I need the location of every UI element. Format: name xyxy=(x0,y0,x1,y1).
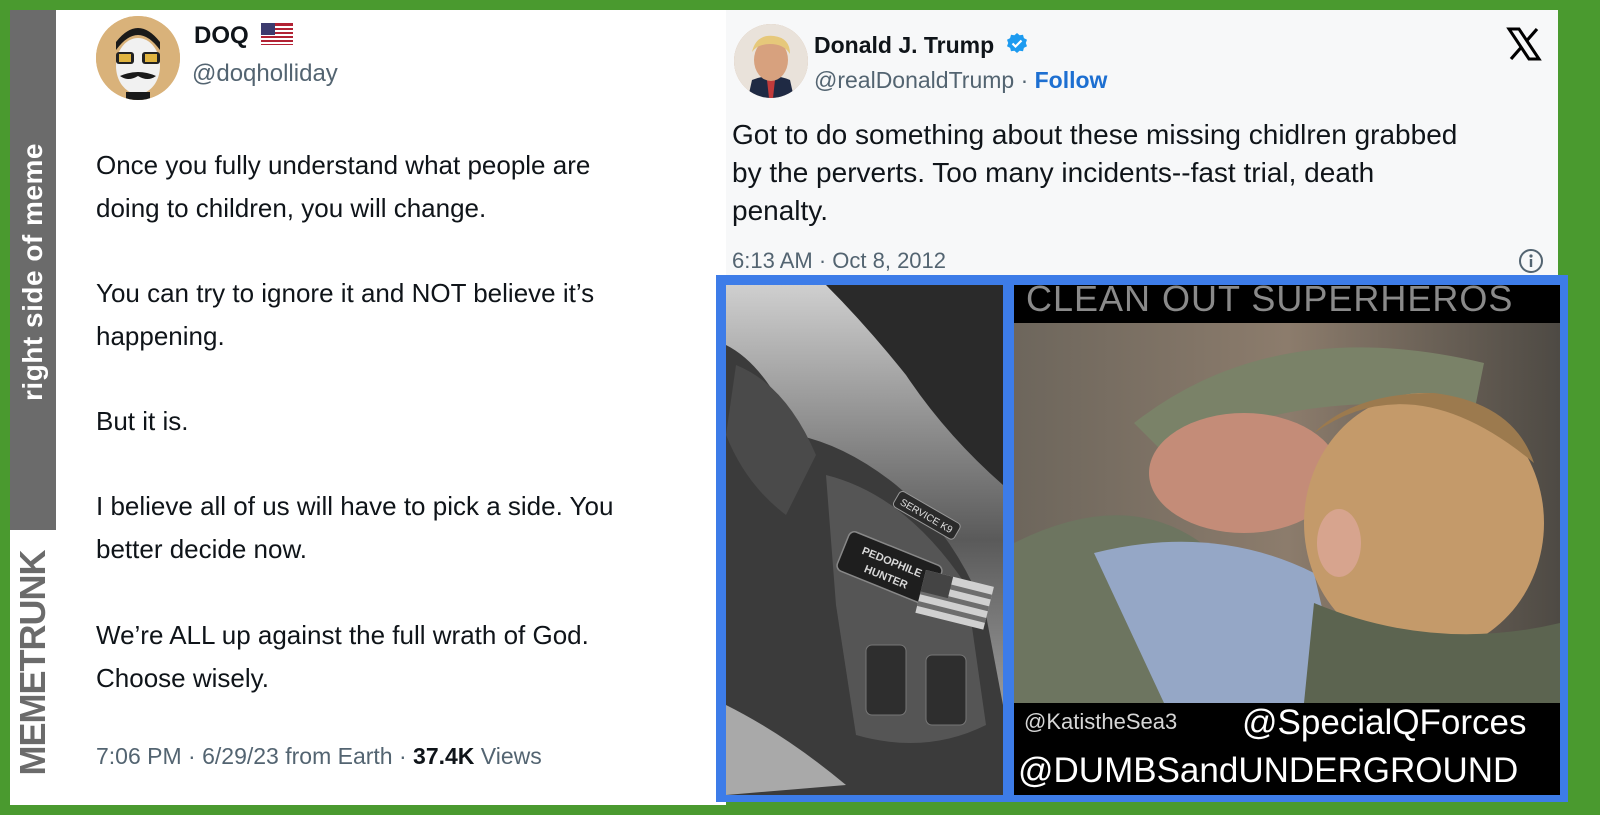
credit-dumbsandunderground: @DUMBSandUNDERGROUND xyxy=(1018,751,1519,790)
tweet-line: I believe all of us will have to pick a … xyxy=(96,491,614,521)
credit-katisthesea3: @KatistheSea3 xyxy=(1024,709,1178,734)
brand-block: MEMETRUNK xyxy=(10,530,56,805)
tweet-paragraph-1: Once you fully understand what people ar… xyxy=(96,144,590,230)
doq-avatar[interactable] xyxy=(96,16,180,100)
tweet-line: Once you fully understand what people ar… xyxy=(96,150,591,180)
tweet-line: Got to do something about these missing … xyxy=(732,119,1458,150)
views-label: Views xyxy=(474,743,542,769)
tweet-line: doing to children, you will change. xyxy=(96,193,487,223)
tweet-line: You can try to ignore it and NOT believe… xyxy=(96,278,595,308)
trump-handle-row: @realDonaldTrump · Follow xyxy=(814,67,1107,94)
verified-badge-icon xyxy=(1005,32,1029,62)
trump-handle[interactable]: @realDonaldTrump · xyxy=(814,67,1035,93)
credit-specialqforces: @SpecialQForces xyxy=(1242,703,1527,742)
hug-photo-image xyxy=(1014,323,1560,703)
tweet-line: by the perverts. Too many incidents--fas… xyxy=(732,157,1375,188)
doq-name-text: DOQ xyxy=(194,22,249,49)
service-dog-photo: PEDOPHILE HUNTER SERVICE K9 xyxy=(726,285,1003,795)
meme-title: CLEAN OUT SUPERHEROS xyxy=(1026,285,1514,319)
tweet-paragraph-4: I believe all of us will have to pick a … xyxy=(96,485,613,571)
trump-display-name[interactable]: Donald J. Trump xyxy=(814,32,1029,62)
doq-avatar-image xyxy=(96,16,180,100)
trump-avatar[interactable] xyxy=(734,24,808,98)
soldier-hug-photo: CLEAN OUT SUPERHEROS @KatistheSea3 @Spec… xyxy=(1014,285,1560,795)
tweet-paragraph-2: You can try to ignore it and NOT believe… xyxy=(96,272,594,358)
brand-watermark: MEMETRUNK xyxy=(12,550,53,776)
trump-name-text: Donald J. Trump xyxy=(814,32,995,58)
doq-handle[interactable]: @doqholliday xyxy=(192,60,338,88)
trump-avatar-image xyxy=(734,24,808,98)
doq-tweet-footer: 7:06 PM · 6/29/23 from Earth · 37.4K Vie… xyxy=(96,743,542,770)
info-icon[interactable] xyxy=(1518,248,1544,274)
tweet-line: penalty. xyxy=(732,195,828,226)
trump-tweet-text: Got to do something about these missing … xyxy=(732,116,1558,230)
side-label: right side of meme xyxy=(17,143,48,401)
doq-display-name[interactable]: DOQ xyxy=(194,22,294,52)
follow-button[interactable]: Follow xyxy=(1035,67,1108,93)
trump-tweet-card: Donald J. Trump @realDonaldTrump · Follo… xyxy=(726,10,1558,275)
tweet-line: Choose wisely. xyxy=(96,663,269,693)
doq-timestamp[interactable]: 7:06 PM · 6/29/23 from Earth · xyxy=(96,743,413,769)
tweet-line: better decide now. xyxy=(96,534,308,564)
tweet-paragraph-5: We’re ALL up against the full wrath of G… xyxy=(96,614,589,700)
views-count: 37.4K xyxy=(413,743,475,769)
tweet-paragraph-3: But it is. xyxy=(96,400,188,443)
tweet-line: happening. xyxy=(96,321,225,351)
x-logo-icon[interactable] xyxy=(1506,26,1542,62)
meme-image-frame: PEDOPHILE HUNTER SERVICE K9 CLEAN OUT SU… xyxy=(716,275,1568,802)
trump-timestamp[interactable]: 6:13 AM · Oct 8, 2012 xyxy=(732,248,946,274)
tweet-line: We’re ALL up against the full wrath of G… xyxy=(96,620,589,650)
tweet-line: But it is. xyxy=(96,406,189,436)
us-flag-icon xyxy=(261,23,294,52)
doq-tweet-card: right side of meme MEMETRUNK DOQ @doqhol… xyxy=(10,10,726,805)
